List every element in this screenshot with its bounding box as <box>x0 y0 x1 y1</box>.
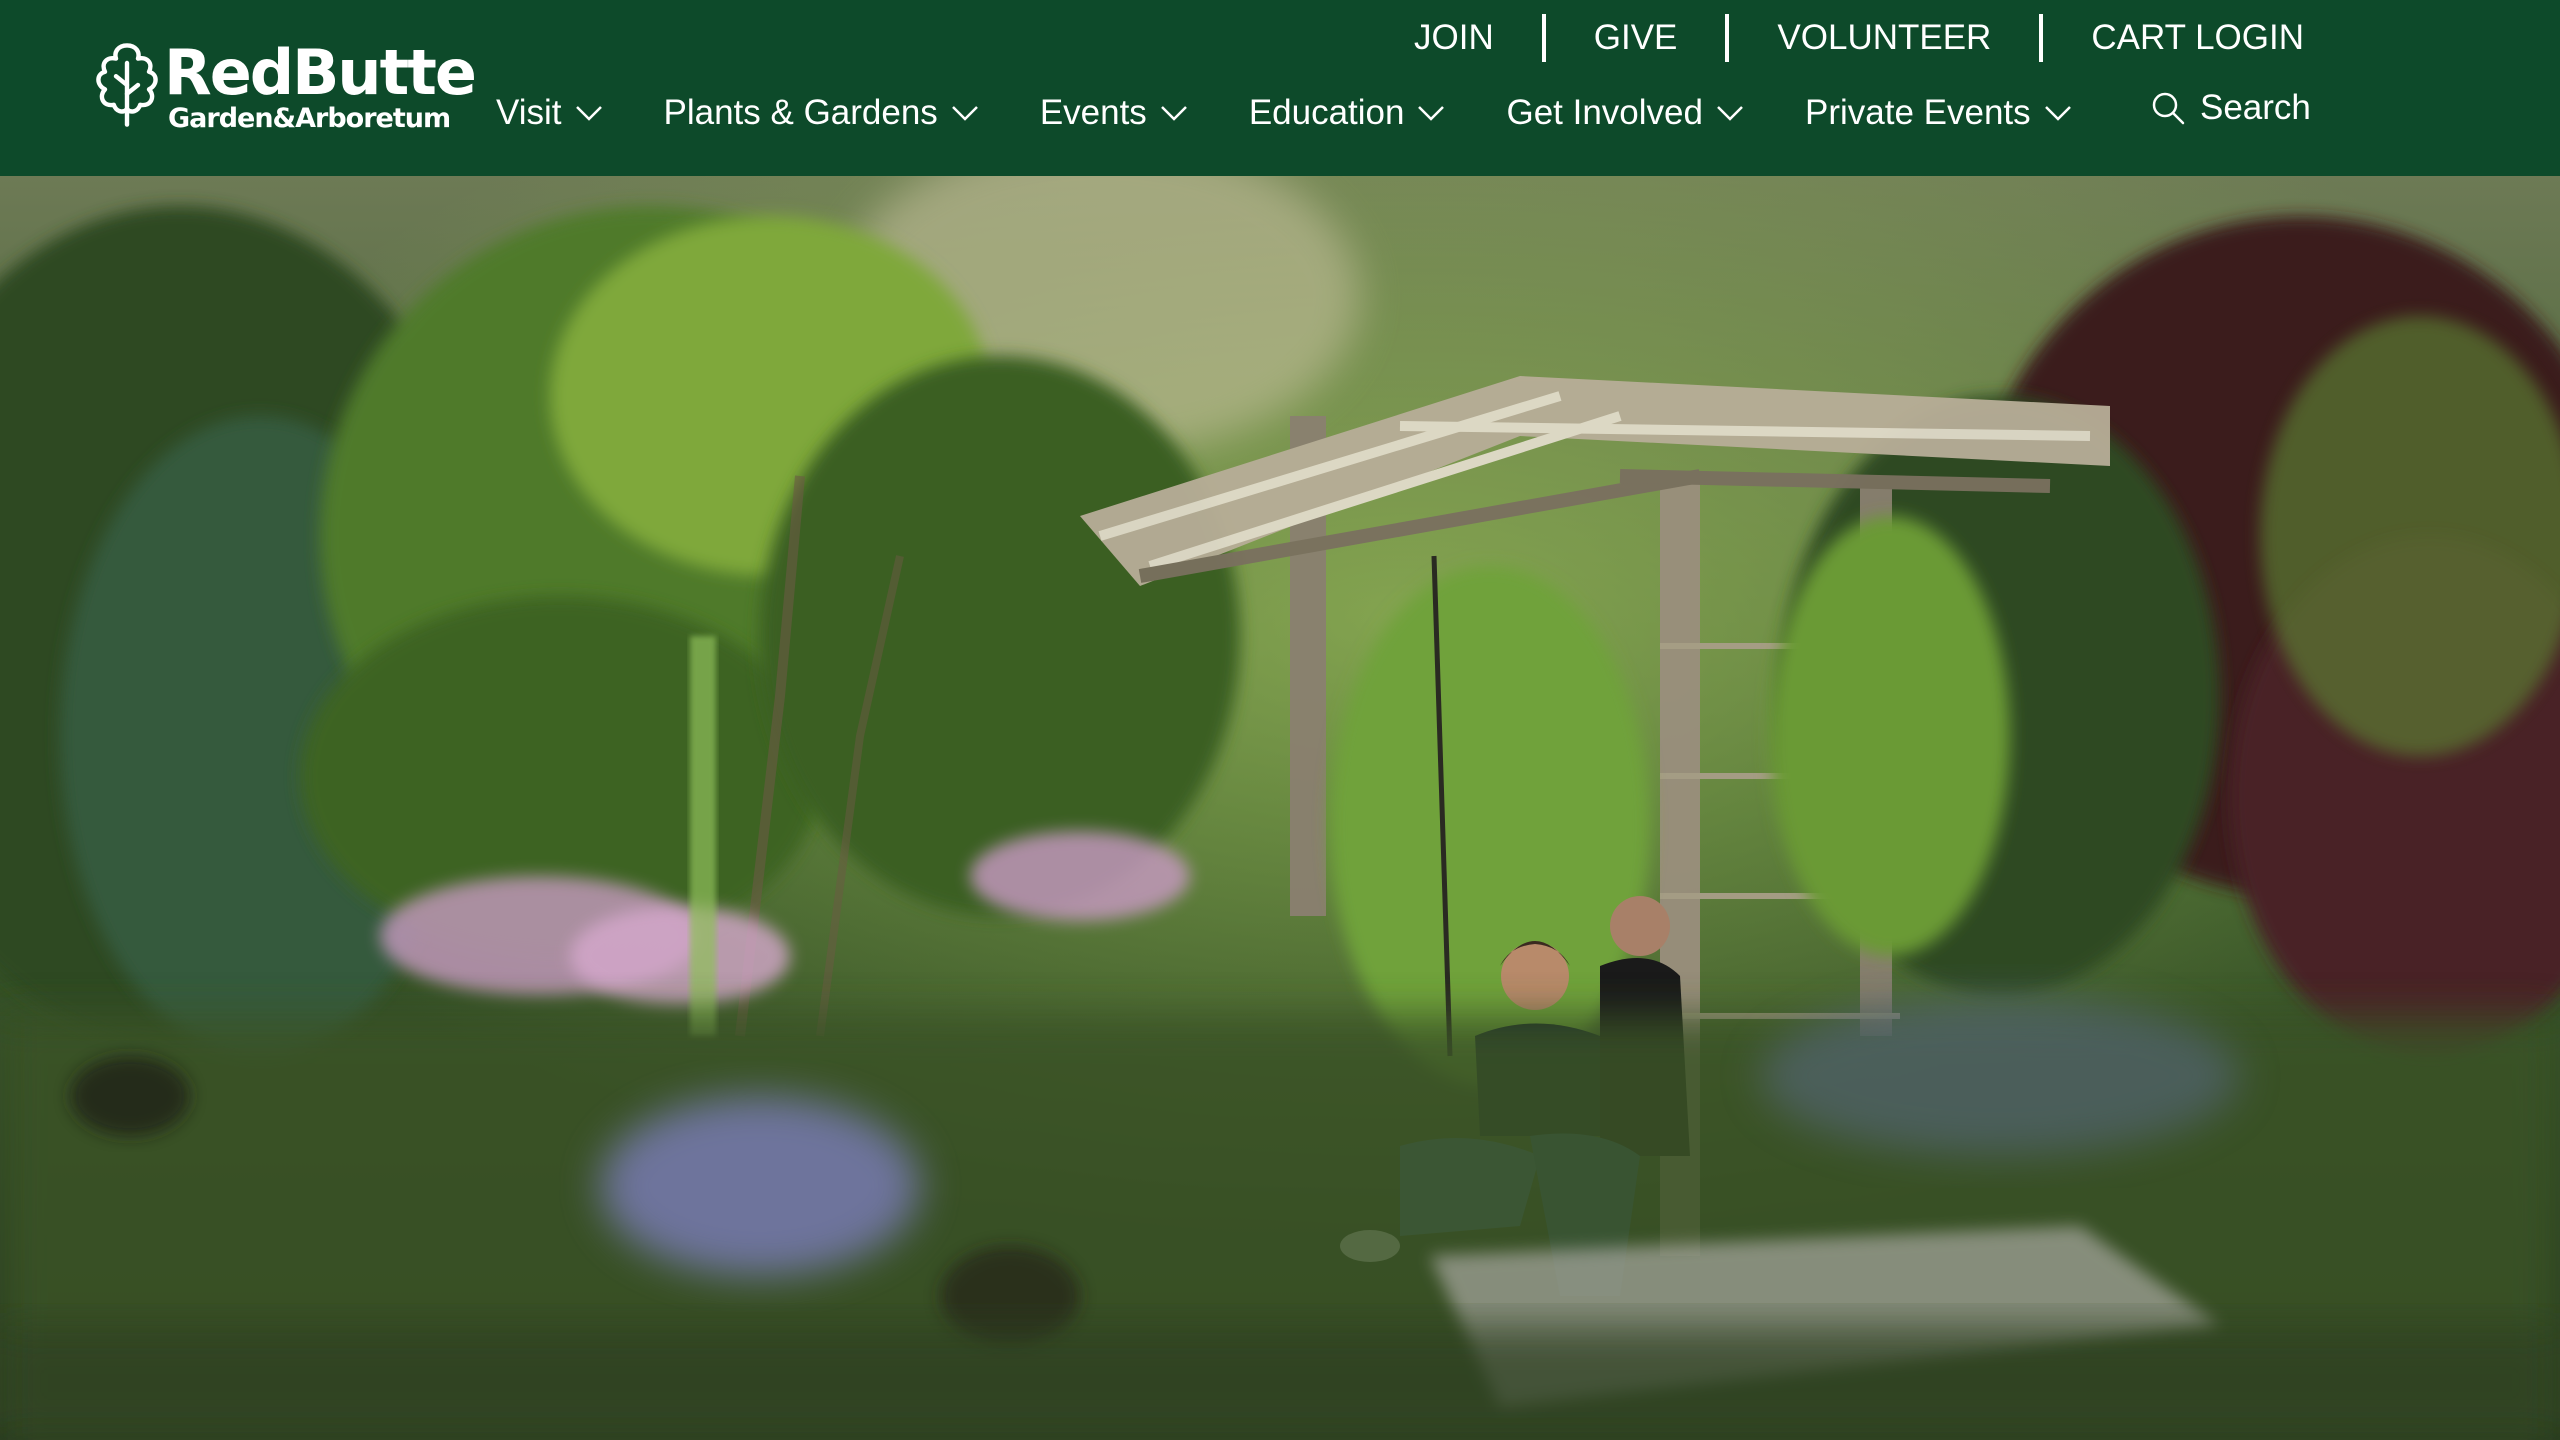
nav-item-education[interactable]: Education <box>1249 93 1447 133</box>
chevron-down-icon <box>1717 106 1743 121</box>
chevron-down-icon <box>575 106 602 121</box>
chevron-down-icon <box>951 106 978 121</box>
nav-item-label: Education <box>1248 93 1405 132</box>
logo-subtitle: Garden&Arboretum <box>168 103 451 134</box>
hero-image <box>0 176 2560 1440</box>
nav-item-label: Events <box>1039 93 1147 132</box>
cart-login-link[interactable]: CART LOGIN <box>2043 14 2304 62</box>
nav-item-label: Private Events <box>1804 93 2031 132</box>
give-link[interactable]: GIVE <box>1546 14 1726 62</box>
volunteer-link[interactable]: VOLUNTEER <box>1729 14 2039 62</box>
nav-item-get-involved[interactable]: Get Involved <box>1506 93 1745 133</box>
utility-nav: JOIN GIVE VOLUNTEER CART LOGIN <box>1366 14 2304 62</box>
site-header: RedButte Garden&Arboretum JOIN GIVE VOLU… <box>0 0 2560 176</box>
garden-pergola-scene <box>0 176 2560 1440</box>
search-label: Search <box>2200 88 2311 127</box>
nav-item-label: Get Involved <box>1506 93 1703 132</box>
join-link[interactable]: JOIN <box>1366 14 1542 62</box>
nav-item-label: Plants & Gardens <box>663 93 938 132</box>
nav-item-plants-gardens[interactable]: Plants & Gardens <box>664 93 980 133</box>
nav-item-label: Visit <box>496 93 562 132</box>
search-icon <box>2152 92 2185 125</box>
main-nav: Visit Plants & Gardens Events Education … <box>496 93 2133 133</box>
nav-item-private-events[interactable]: Private Events <box>1805 93 2073 133</box>
logo-name: RedButte <box>164 36 477 109</box>
chevron-down-icon <box>2044 106 2071 121</box>
site-logo[interactable]: RedButte Garden&Arboretum <box>94 36 477 140</box>
nav-item-visit[interactable]: Visit <box>496 93 604 133</box>
chevron-down-icon <box>1160 106 1187 121</box>
nav-item-events[interactable]: Events <box>1040 93 1189 133</box>
oak-leaf-icon <box>96 43 158 127</box>
chevron-down-icon <box>1418 106 1445 121</box>
search-button[interactable]: Search <box>2150 88 2311 128</box>
